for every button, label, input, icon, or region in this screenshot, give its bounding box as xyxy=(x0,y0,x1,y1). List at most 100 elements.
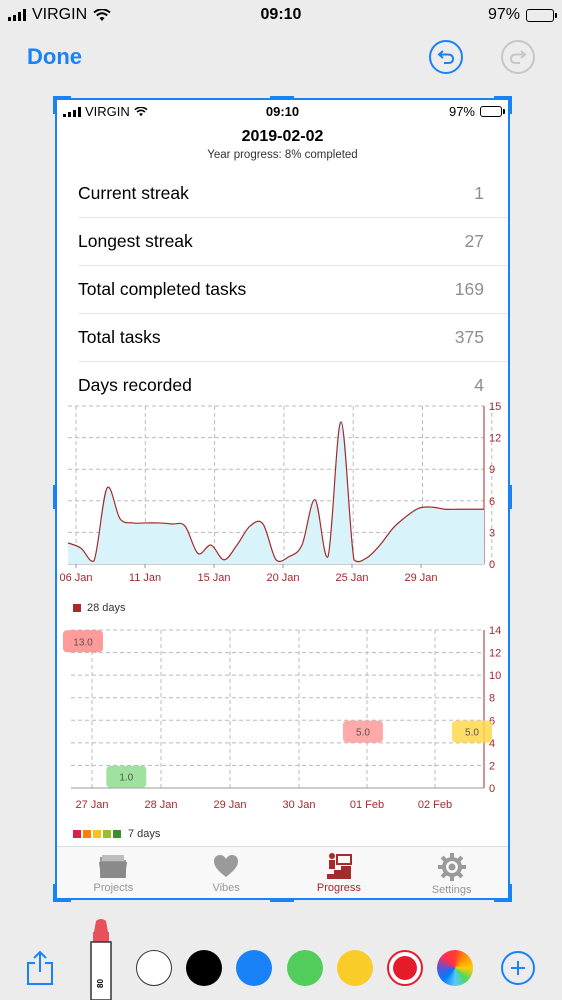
x-tick-label: 27 Jan xyxy=(75,799,108,811)
clock: 09:10 xyxy=(265,104,300,119)
x-tick-label: 29 Jan xyxy=(404,572,437,584)
battery-icon xyxy=(526,8,557,22)
stat-row: Current streak 1 xyxy=(57,170,508,218)
tab-vibes[interactable]: Vibes xyxy=(170,847,283,898)
y-tick-label: 2 xyxy=(489,760,495,772)
folder-icon xyxy=(99,855,128,878)
series-area xyxy=(68,421,484,564)
x-tick-label: 11 Jan xyxy=(129,572,161,584)
crop-handle[interactable] xyxy=(53,884,57,902)
x-tick-label: 25 Jan xyxy=(335,572,368,584)
y-tick-label: 14 xyxy=(489,625,501,637)
legend-swatch xyxy=(83,830,91,838)
stat-row: Longest streak 27 xyxy=(57,218,508,266)
y-tick-label: 6 xyxy=(489,496,495,508)
done-button[interactable]: Done xyxy=(27,44,82,70)
legend-swatch xyxy=(103,830,111,838)
legend-swatch xyxy=(73,830,81,838)
redo-icon xyxy=(509,50,527,64)
stat-value: 1 xyxy=(474,183,484,203)
stat-value: 169 xyxy=(454,279,484,299)
legend-swatch xyxy=(93,830,101,838)
color-green[interactable] xyxy=(287,950,323,986)
x-tick-label: 01 Feb xyxy=(350,799,384,811)
stat-row: Total tasks 375 xyxy=(57,314,508,362)
stat-row: Total completed tasks 169 xyxy=(57,266,508,314)
marker-tool[interactable]: 80 xyxy=(85,916,117,1000)
y-tick-label: 12 xyxy=(489,433,501,445)
y-tick-label: 0 xyxy=(489,559,495,571)
clock: 09:10 xyxy=(260,6,302,23)
y-tick-label: 3 xyxy=(489,527,495,539)
legend-swatch xyxy=(113,830,121,838)
y-tick-label: 9 xyxy=(489,464,495,476)
color-picker[interactable] xyxy=(437,950,473,986)
x-tick-label: 29 Jan xyxy=(213,799,246,811)
heart-icon xyxy=(214,855,239,877)
data-label: 1.0 xyxy=(119,773,133,784)
x-tick-label: 15 Jan xyxy=(197,572,230,584)
battery-icon xyxy=(480,106,505,117)
data-label: 5.0 xyxy=(356,728,370,739)
x-tick-label: 30 Jan xyxy=(282,799,315,811)
crop-handle[interactable] xyxy=(508,485,512,509)
plus-icon xyxy=(511,961,525,975)
legend: 7 days xyxy=(73,828,160,840)
color-yellow[interactable] xyxy=(337,950,373,986)
svg-text:80: 80 xyxy=(96,979,105,988)
y-tick-label: 15 xyxy=(489,401,501,413)
data-label: 13.0 xyxy=(73,637,93,648)
status-bar: VIRGIN 09:10 97% xyxy=(0,0,562,30)
stat-label: Total tasks xyxy=(78,327,161,347)
x-tick-label: 28 Jan xyxy=(144,799,177,811)
x-tick-label: 02 Feb xyxy=(418,799,452,811)
color-black[interactable] xyxy=(186,950,222,986)
share-icon xyxy=(27,950,53,985)
x-tick-label: 06 Jan xyxy=(59,572,92,584)
color-blue[interactable] xyxy=(236,950,272,986)
color-red-selected[interactable] xyxy=(387,950,423,986)
tab-bar: Projects Vibes Progress Settings xyxy=(57,846,508,898)
crop-handle[interactable] xyxy=(270,898,294,902)
crop-handle[interactable] xyxy=(508,96,512,114)
screenshot-status-bar: VIRGIN 09:10 97% xyxy=(57,100,508,122)
legend: 28 days xyxy=(73,602,126,614)
stat-value: 27 xyxy=(464,231,484,251)
page-title: 2019-02-02 xyxy=(241,128,324,145)
crop-handle[interactable] xyxy=(53,96,57,114)
legend-swatch xyxy=(73,604,81,612)
screenshot-crop-frame[interactable]: VIRGIN 09:10 97% 2019-02-02 Year progres… xyxy=(55,98,510,900)
stat-label: Current streak xyxy=(78,183,189,203)
crop-handle[interactable] xyxy=(270,96,294,100)
y-tick-label: 12 xyxy=(489,648,501,660)
battery-status: 97% xyxy=(488,6,557,24)
tab-progress[interactable]: Progress xyxy=(283,847,396,898)
stats-list: Current streak 1 Longest streak 27 Total c… xyxy=(57,170,508,410)
y-tick-label: 0 xyxy=(489,783,495,795)
x-tick-label: 20 Jan xyxy=(266,572,299,584)
stat-label: Longest streak xyxy=(78,231,193,251)
stat-label: Total completed tasks xyxy=(78,279,247,299)
gear-icon xyxy=(437,853,466,881)
undo-button[interactable] xyxy=(429,40,463,74)
daily-tasks-chart: 0 3 6 9 12 15 06 Jan 11 Jan 15 Jan 20 Jan 25 Jan 29… xyxy=(59,401,501,584)
stat-label: Days recorded xyxy=(78,375,192,395)
year-progress: Year progress: 8% completed xyxy=(207,149,358,161)
y-tick-label: 8 xyxy=(489,693,495,705)
tab-settings[interactable]: Settings xyxy=(395,847,508,898)
add-button[interactable] xyxy=(501,951,535,985)
undo-icon xyxy=(437,50,455,64)
marker-icon: 80 xyxy=(90,919,112,1000)
crop-handle[interactable] xyxy=(508,884,512,902)
share-button[interactable] xyxy=(26,950,54,991)
color-white[interactable] xyxy=(136,950,172,986)
redo-button[interactable] xyxy=(501,40,535,74)
weekly-tasks-chart: 0246810121413.01.05.0 5.027 Jan 28 Jan 29 J… xyxy=(63,625,501,811)
data-label: 5.0 xyxy=(465,728,479,739)
tab-projects[interactable]: Projects xyxy=(57,847,170,898)
crop-handle[interactable] xyxy=(53,485,57,509)
stat-value: 4 xyxy=(474,375,484,395)
progress-icon xyxy=(326,853,352,879)
stat-value: 375 xyxy=(454,327,484,347)
y-tick-label: 10 xyxy=(489,670,501,682)
